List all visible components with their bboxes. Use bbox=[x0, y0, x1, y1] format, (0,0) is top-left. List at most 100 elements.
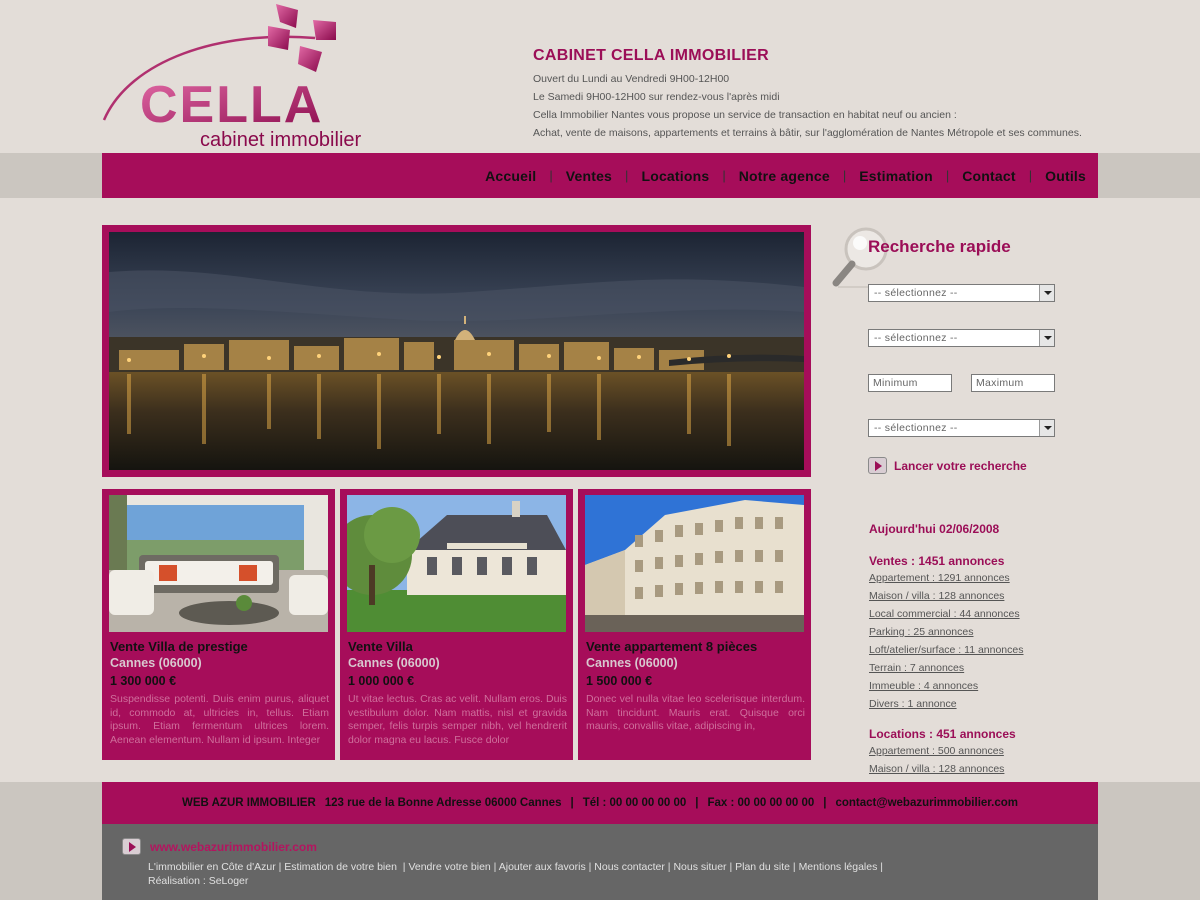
footer-company: WEB AZUR IMMOBILIER bbox=[182, 797, 316, 809]
nav-ventes[interactable]: Ventes bbox=[566, 168, 612, 184]
logo[interactable]: CELLA cabinet immobilier bbox=[100, 0, 400, 152]
hero-photo bbox=[109, 232, 804, 470]
nav-outils[interactable]: Outils bbox=[1045, 168, 1086, 184]
right-nav-strip bbox=[1098, 153, 1200, 198]
property-city: Cannes (06000) bbox=[586, 656, 678, 670]
footer-link[interactable]: Nous situer bbox=[673, 861, 726, 873]
select-value: -- sélectionnez -- bbox=[874, 422, 958, 434]
quick-search-title: Recherche rapide bbox=[868, 237, 1011, 256]
launch-search-button[interactable]: Lancer votre recherche bbox=[868, 457, 1027, 474]
footer-link[interactable]: L'immobilier en Côte d'Azur bbox=[148, 861, 276, 873]
ventes-total[interactable]: Ventes : 1451 annonces bbox=[869, 554, 1099, 568]
transaction-type-select[interactable]: -- sélectionnez -- bbox=[868, 284, 1055, 302]
chevron-down-icon[interactable] bbox=[1039, 330, 1054, 346]
ventes-category-link[interactable]: Divers : 1 annonce bbox=[869, 696, 957, 712]
footer-address: 123 rue de la Bonne Adresse 06000 Cannes bbox=[324, 797, 562, 809]
footer-link[interactable]: Mentions légales bbox=[799, 861, 878, 873]
main-nav: Accueil | Ventes | Locations | Notre age… bbox=[102, 153, 1098, 198]
right-footer-strip bbox=[1098, 782, 1200, 900]
property-city: Cannes (06000) bbox=[110, 656, 202, 670]
play-arrow-icon bbox=[122, 838, 141, 855]
logo-brand-text: CELLA bbox=[140, 76, 323, 134]
nav-separator: | bbox=[722, 168, 726, 183]
header-info: CABINET CELLA IMMOBILIER Ouvert du Lundi… bbox=[533, 47, 1153, 142]
property-card[interactable]: Vente Villa de prestige Cannes (06000) 1… bbox=[102, 489, 335, 760]
footer-link[interactable]: Estimation de votre bien bbox=[284, 861, 397, 873]
property-photo[interactable] bbox=[585, 495, 804, 632]
price-min-input[interactable]: Minimum bbox=[868, 374, 952, 392]
footer-tel: Tél : 00 00 00 00 00 bbox=[582, 797, 687, 809]
ventes-category-link[interactable]: Appartement : 1291 annonces bbox=[869, 570, 1010, 586]
property-type-select[interactable]: -- sélectionnez -- bbox=[868, 329, 1055, 347]
ventes-category-link[interactable]: Terrain : 7 annonces bbox=[869, 660, 964, 676]
logo-graphic: CELLA cabinet immobilier bbox=[102, 4, 362, 151]
ventes-category-link[interactable]: Loft/atelier/surface : 11 annonces bbox=[869, 642, 1024, 658]
ventes-category-link[interactable]: Local commercial : 44 annonces bbox=[869, 606, 1020, 622]
locations-category-link[interactable]: Maison / villa : 128 annonces bbox=[869, 761, 1004, 777]
price-max-input[interactable]: Maximum bbox=[971, 374, 1055, 392]
locations-total[interactable]: Locations : 451 annonces bbox=[869, 727, 1099, 741]
footer-link[interactable]: Nous contacter bbox=[594, 861, 665, 873]
nav-notre-agence[interactable]: Notre agence bbox=[739, 168, 830, 184]
nav-locations[interactable]: Locations bbox=[641, 168, 709, 184]
logo-tagline: cabinet immobilier bbox=[200, 129, 362, 151]
property-card[interactable]: Vente Villa Cannes (06000) 1 000 000 € U… bbox=[340, 489, 573, 760]
property-price: 1 500 000 € bbox=[586, 674, 653, 688]
location-select[interactable]: -- sélectionnez -- bbox=[868, 419, 1055, 437]
agency-title: CABINET CELLA IMMOBILIER bbox=[533, 47, 769, 64]
nav-separator: | bbox=[625, 168, 629, 183]
footer-link[interactable]: Vendre votre bien bbox=[408, 861, 490, 873]
property-price: 1 000 000 € bbox=[348, 674, 415, 688]
launch-search-label: Lancer votre recherche bbox=[894, 458, 1027, 473]
footer-separator: | bbox=[823, 797, 827, 809]
property-card[interactable]: Vente appartement 8 pièces Cannes (06000… bbox=[578, 489, 811, 760]
hero-banner bbox=[102, 225, 811, 477]
property-photo[interactable] bbox=[347, 495, 566, 632]
nav-accueil[interactable]: Accueil bbox=[485, 168, 536, 184]
chevron-down-icon[interactable] bbox=[1039, 285, 1054, 301]
select-value: -- sélectionnez -- bbox=[874, 287, 958, 299]
chevron-down-icon[interactable] bbox=[1039, 420, 1054, 436]
stats-date: Aujourd'hui 02/06/2008 bbox=[869, 522, 1000, 536]
left-nav-strip bbox=[0, 153, 102, 198]
footer-separator: | bbox=[695, 797, 699, 809]
property-description: Donec vel nulla vitae leo scelerisque in… bbox=[586, 693, 805, 732]
agency-services: Achat, vente de maisons, appartements et… bbox=[533, 127, 1082, 139]
property-city: Cannes (06000) bbox=[348, 656, 440, 670]
footer-link[interactable]: Plan du site bbox=[735, 861, 790, 873]
footer-email-link[interactable]: contact@webazurimmobilier.com bbox=[835, 797, 1017, 809]
nav-separator: | bbox=[1028, 168, 1033, 183]
property-title[interactable]: Vente Villa bbox=[348, 639, 413, 654]
hours-weekday: Ouvert du Lundi au Vendredi 9H00-12H00 bbox=[533, 73, 730, 85]
footer-separator: | bbox=[570, 797, 574, 809]
footer-contact-bar: WEB AZUR IMMOBILIER 123 rue de la Bonne … bbox=[102, 782, 1098, 824]
property-description: Ut vitae lectus. Cras ac velit. Nullam e… bbox=[348, 693, 567, 746]
locations-category-link[interactable]: Appartement : 500 annonces bbox=[869, 743, 1004, 759]
property-description: Suspendisse potenti. Duis enim purus, al… bbox=[110, 693, 329, 746]
ventes-category-link[interactable]: Maison / villa : 128 annonces bbox=[869, 588, 1004, 604]
footer-links-area: www.webazurimmobilier.com L'immobilier e… bbox=[102, 824, 1098, 900]
footer-link[interactable]: Ajouter aux favoris bbox=[499, 861, 586, 873]
footer-fax: Fax : 00 00 00 00 00 bbox=[707, 797, 815, 809]
magnifier-icon bbox=[832, 227, 888, 288]
nav-separator: | bbox=[549, 168, 553, 183]
property-title[interactable]: Vente appartement 8 pièces bbox=[586, 639, 757, 654]
nav-separator: | bbox=[945, 168, 950, 183]
agency-description: Cella Immobilier Nantes vous propose un … bbox=[533, 109, 957, 121]
hours-saturday: Le Samedi 9H00-12H00 sur rendez-vous l'a… bbox=[533, 91, 780, 103]
nav-estimation[interactable]: Estimation bbox=[859, 168, 933, 184]
nav-contact[interactable]: Contact bbox=[962, 168, 1016, 184]
play-arrow-icon bbox=[868, 457, 887, 474]
ventes-category-link[interactable]: Parking : 25 annonces bbox=[869, 624, 974, 640]
footer-links: L'immobilier en Côte d'Azur | Estimation… bbox=[148, 861, 884, 887]
listing-stats: Aujourd'hui 02/06/2008 Ventes : 1451 ann… bbox=[869, 522, 1099, 777]
property-photo[interactable] bbox=[109, 495, 328, 632]
website-link[interactable]: www.webazurimmobilier.com bbox=[150, 840, 317, 854]
ventes-category-link[interactable]: Immeuble : 4 annonces bbox=[869, 678, 978, 694]
nav-separator: | bbox=[842, 168, 847, 183]
footer-credit: Réalisation : SeLoger bbox=[148, 875, 249, 887]
select-value: -- sélectionnez -- bbox=[874, 332, 958, 344]
property-title[interactable]: Vente Villa de prestige bbox=[110, 639, 248, 654]
property-price: 1 300 000 € bbox=[110, 674, 177, 688]
left-footer-strip bbox=[0, 782, 102, 900]
